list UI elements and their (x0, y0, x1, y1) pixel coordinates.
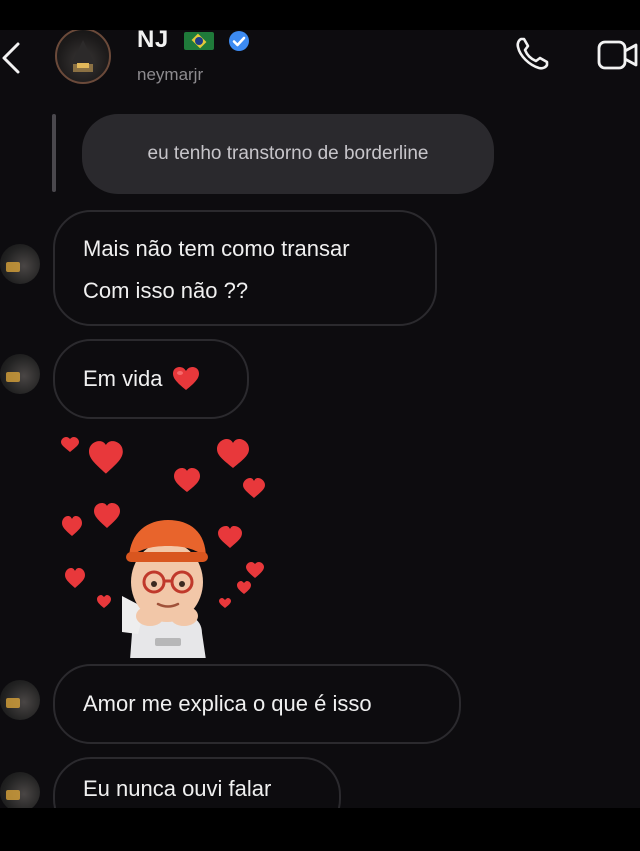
message-bubble[interactable]: Amor me explica o que é isso (53, 664, 461, 744)
memoji-sticker[interactable] (50, 428, 280, 658)
chat-screen: NJ neymarjr eu tenho transtorno de borde… (0, 30, 640, 808)
message-avatar[interactable] (0, 772, 40, 808)
chat-header: NJ neymarjr (0, 30, 640, 112)
contact-name[interactable]: NJ (137, 30, 169, 54)
message-text: Com isso não ?? (83, 278, 249, 303)
phone-icon (516, 37, 549, 70)
video-camera-icon (597, 40, 638, 70)
message-text: Amor me explica o que é isso (83, 691, 372, 716)
message-text: Mais não tem como transar (83, 236, 350, 261)
memoji-character (122, 520, 208, 658)
message-avatar[interactable] (0, 354, 40, 394)
back-button[interactable] (0, 38, 28, 78)
message-avatar[interactable] (0, 680, 40, 720)
verified-badge-icon (229, 31, 249, 51)
avatar-image (71, 40, 95, 72)
message-text: Em vida (83, 366, 163, 391)
reply-indicator (52, 114, 56, 192)
message-text: Eu nunca ouvi falar (83, 776, 272, 801)
replied-message[interactable]: eu tenho transtorno de borderline (82, 114, 494, 194)
call-button[interactable] (512, 34, 552, 74)
message-avatar[interactable] (0, 244, 40, 284)
brazil-flag-icon (184, 32, 214, 50)
video-call-button[interactable] (594, 36, 640, 74)
contact-handle[interactable]: neymarjr (137, 65, 203, 85)
message-bubble[interactable]: Em vida (53, 339, 249, 419)
message-bubble[interactable]: Mais não tem como transar Com isso não ?… (53, 210, 437, 326)
heart-emoji-icon (173, 367, 200, 390)
message-bubble[interactable]: Eu nunca ouvi falar (53, 757, 341, 808)
chevron-left-icon (2, 42, 20, 74)
contact-avatar[interactable] (55, 30, 111, 84)
